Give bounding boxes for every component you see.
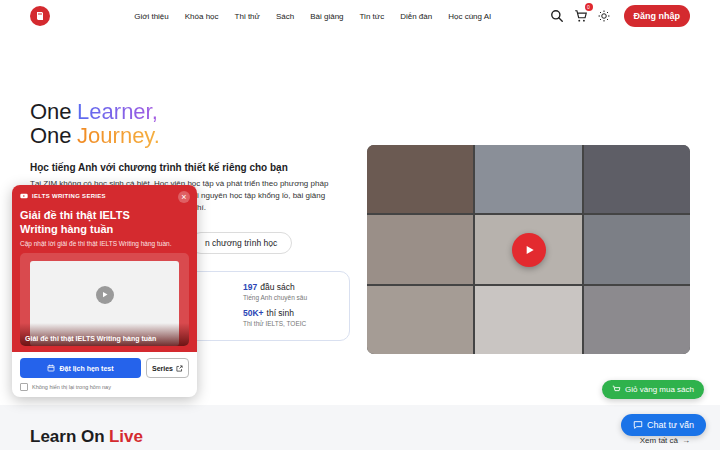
popup-header: IELTS WRITING SERIES × Giải đề thi thật IE… xyxy=(12,185,197,352)
logo-icon[interactable] xyxy=(30,6,50,26)
thumbnail-caption: Giải đề thi thật IELTS Writing hàng tuần xyxy=(20,323,189,346)
checkbox-label: Không hiển thị lại trong hôm nay xyxy=(32,384,111,390)
nav-item[interactable]: Học cùng AI xyxy=(448,12,491,21)
see-all-label: Xem tất cả xyxy=(640,436,678,445)
nav-item[interactable]: Tin tức xyxy=(360,12,385,21)
stat-value: 197 xyxy=(243,282,257,292)
chat-icon xyxy=(633,420,643,430)
title-accent: Learner, xyxy=(77,99,158,124)
learn-on-live-section: Learn OnLive Xem tất cả → xyxy=(0,405,720,450)
stats-column: 197đầu sách Tiếng Anh chuyên sâu 50K+thí s… xyxy=(231,272,349,340)
play-button[interactable] xyxy=(512,233,546,267)
stat-label: thí sinh xyxy=(267,308,294,318)
title-accent: Live xyxy=(109,427,143,446)
calendar-icon xyxy=(47,364,55,372)
cart-badge: 0 xyxy=(585,3,593,11)
dont-show-checkbox-row[interactable]: Không hiển thị lại trong hôm nay xyxy=(20,383,189,391)
see-all-link[interactable]: Xem tất cả → xyxy=(640,436,690,447)
cart-icon xyxy=(612,385,621,394)
stat-item: 197đầu sách Tiếng Anh chuyên sâu xyxy=(243,282,349,301)
cart-button[interactable]: 0 xyxy=(574,9,588,23)
stat-value: 50K+ xyxy=(243,308,264,318)
hero-title-line: OneLearner, xyxy=(30,100,350,124)
nav-item[interactable]: Giới thiệu xyxy=(134,12,169,21)
float-label: Giỏ vàng mua sách xyxy=(625,385,694,394)
series-tag: IELTS WRITING SERIES xyxy=(20,192,189,200)
top-bar: Giới thiệu Khóa học Thi thử Sách Bài giảng Ti… xyxy=(0,0,720,32)
nav-item[interactable]: Bài giảng xyxy=(310,12,343,21)
title-lead: Learn On xyxy=(30,427,105,446)
book-test-button[interactable]: Đặt lịch hẹn test xyxy=(20,358,141,378)
stat-item: 50K+thí sinh Thi thử IELTS, TOEIC xyxy=(243,308,349,327)
nav-item[interactable]: Sách xyxy=(276,12,294,21)
external-link-icon xyxy=(176,365,183,372)
popup-actions: Đặt lịch hẹn testSeries Không hiển thị lạ… xyxy=(12,352,197,397)
series-button[interactable]: Series xyxy=(146,358,189,378)
header-actions: 0 Đăng nhập xyxy=(550,5,691,27)
hero-subtitle: Học tiếng Anh với chương trình thiết kế … xyxy=(30,162,350,173)
chat-button[interactable]: Chat tư vấn xyxy=(621,414,706,436)
close-button[interactable]: × xyxy=(178,191,190,203)
nav-item[interactable]: Diễn đàn xyxy=(400,12,432,21)
video-thumbnail[interactable] xyxy=(367,145,690,354)
title-accent: Journey. xyxy=(77,123,160,148)
popup-subtitle: Cập nhật lời giải đề thi thật IELTS Writ… xyxy=(20,240,189,247)
series-label: IELTS WRITING SERIES xyxy=(32,193,106,199)
nav-item[interactable]: Thi thử xyxy=(235,12,260,21)
program-button[interactable]: n chương trình học xyxy=(190,232,292,254)
stat-caption: Tiếng Anh chuyên sâu xyxy=(243,294,349,301)
arrow-icon: → xyxy=(682,436,690,445)
play-icon xyxy=(522,243,536,257)
play-button[interactable] xyxy=(96,286,114,304)
popup-thumbnail[interactable]: Giải đề thi thật IELTS Writing hàng tuần xyxy=(20,253,189,346)
nav-item[interactable]: Khóa học xyxy=(185,12,219,21)
float-label: Chat tư vấn xyxy=(647,420,694,430)
video-icon xyxy=(20,192,28,200)
checkbox[interactable] xyxy=(20,383,28,391)
play-icon xyxy=(100,290,109,299)
hero-title-line: OneJourney. xyxy=(30,124,350,148)
main-nav: Giới thiệu Khóa học Thi thử Sách Bài giảng Ti… xyxy=(50,12,550,21)
title-lead: One xyxy=(30,99,72,124)
stat-label: đầu sách xyxy=(260,282,295,292)
cart-icon xyxy=(574,9,588,23)
promo-popup: IELTS WRITING SERIES × Giải đề thi thật IE… xyxy=(12,185,197,397)
section-title: Learn OnLive xyxy=(30,427,143,447)
popup-title: Giải đề thi thật IELTS Writing hàng tuần xyxy=(20,208,189,236)
search-icon[interactable] xyxy=(550,9,564,23)
stat-caption: Thi thử IELTS, TOEIC xyxy=(243,320,349,327)
book-icon xyxy=(34,10,46,22)
book-cart-button[interactable]: Giỏ vàng mua sách xyxy=(602,380,704,399)
login-button[interactable]: Đăng nhập xyxy=(624,5,691,27)
sun-icon[interactable] xyxy=(598,10,610,22)
title-lead: One xyxy=(30,123,72,148)
